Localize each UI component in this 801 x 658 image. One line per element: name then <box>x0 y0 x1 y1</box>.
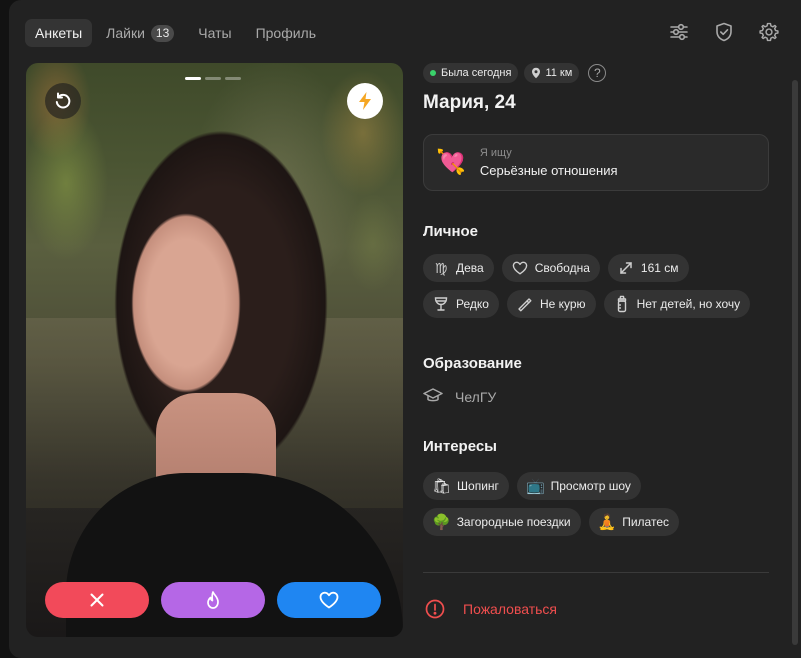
gear-icon[interactable] <box>757 20 781 44</box>
chip-zodiac[interactable]: ♍ Дева <box>423 254 494 282</box>
baby-bottle-icon <box>613 295 631 313</box>
tv-icon: 📺 <box>525 478 545 495</box>
chip-label: Не курю <box>539 297 586 311</box>
cupid-heart-icon: 💘 <box>436 149 466 176</box>
chip-label: Свободна <box>534 261 590 275</box>
superlike-button[interactable] <box>161 582 265 618</box>
distance-badge: 11 км <box>524 63 580 83</box>
photo-page-dot-3[interactable] <box>225 77 241 80</box>
online-status-badge: Была сегодня <box>423 63 519 83</box>
looking-for-value: Серьёзные отношения <box>479 163 618 178</box>
graduation-cap-icon <box>423 387 443 406</box>
chip-smoking[interactable]: Не курю <box>506 290 596 318</box>
looking-for-label: Я ищу <box>479 147 512 159</box>
chip-label: Шопинг <box>457 479 499 493</box>
section-divider <box>423 572 769 573</box>
virgo-icon: ♍ <box>434 259 448 276</box>
warning-circle-icon <box>425 599 445 619</box>
heart-outline-icon <box>511 259 529 277</box>
help-icon[interactable]: ? <box>588 64 607 82</box>
chip-label: 161 см <box>640 261 679 275</box>
tab-likes[interactable]: Лайки 13 <box>96 19 184 47</box>
personal-section: Личное ♍ Дева Свободна 161 см Редко Не к… <box>423 223 769 318</box>
tab-profiles[interactable]: Анкеты <box>25 19 93 47</box>
chip-relationship[interactable]: Свободна <box>501 254 600 282</box>
education-value: ЧелГУ <box>455 388 497 405</box>
like-button[interactable] <box>277 582 381 618</box>
personal-chips: ♍ Дева Свободна 161 см Редко Не курю Нет… <box>423 254 769 318</box>
photo-pagination <box>185 77 241 80</box>
status-row: Была сегодня 11 км ? <box>423 63 769 83</box>
photo-page-dot-1[interactable] <box>185 77 201 80</box>
interests-title: Интересы <box>423 438 497 455</box>
chip-label: Дева <box>456 261 484 275</box>
online-dot-icon <box>430 70 436 76</box>
chip-alcohol[interactable]: Редко <box>423 290 499 318</box>
wine-glass-icon <box>432 295 450 313</box>
interests-chips: 🛍 Шопинг 📺 Просмотр шоу 🌳 Загородные пое… <box>423 472 769 536</box>
chip-interest-trips[interactable]: 🌳 Загородные поездки <box>423 508 581 536</box>
close-icon <box>90 593 104 607</box>
chip-height[interactable]: 161 см <box>607 254 689 282</box>
boost-button[interactable] <box>347 83 383 119</box>
tab-likes-label: Лайки <box>106 25 145 41</box>
chip-label: Нет детей, но хочу <box>636 297 741 311</box>
chip-children[interactable]: Нет детей, но хочу <box>603 290 751 318</box>
app-window: Анкеты Лайки 13 Чаты Профиль Была сегодн… <box>9 0 801 658</box>
tree-icon: 🌳 <box>432 514 451 531</box>
undo-button[interactable] <box>45 83 81 119</box>
online-status-text: Была сегодня <box>441 67 512 79</box>
tab-chats[interactable]: Чаты <box>188 19 241 47</box>
flame-icon <box>207 591 219 609</box>
swipe-actions <box>45 582 381 618</box>
profile-photo[interactable] <box>26 63 403 637</box>
top-icons <box>667 20 781 44</box>
chip-interest-shopping[interactable]: 🛍 Шопинг <box>423 472 509 500</box>
profile-name: Мария, 24 <box>423 92 516 113</box>
chip-label: Просмотр шоу <box>550 479 631 493</box>
education-section: Образование ЧелГУ <box>423 355 769 406</box>
profile-details: Была сегодня 11 км ? Мария, 24 💘 Я ищу С… <box>423 63 769 619</box>
tab-chats-label: Чаты <box>198 25 232 41</box>
yoga-person-icon: 🧘 <box>597 514 617 531</box>
chip-label: Пилатес <box>622 515 669 529</box>
distance-text: 11 км <box>545 67 573 79</box>
height-arrows-icon <box>617 259 635 277</box>
education-item: ЧелГУ <box>423 387 769 406</box>
tab-profile[interactable]: Профиль <box>246 19 326 47</box>
filters-icon[interactable] <box>667 20 691 44</box>
chip-label: Редко <box>456 297 489 311</box>
report-button[interactable]: Пожаловаться <box>423 599 769 619</box>
chip-interest-shows[interactable]: 📺 Просмотр шоу <box>516 472 641 500</box>
personal-title: Личное <box>423 223 479 240</box>
report-label: Пожаловаться <box>463 601 558 617</box>
tab-profile-label: Профиль <box>255 25 316 41</box>
cigarette-icon <box>516 295 534 313</box>
looking-for-card: 💘 Я ищу Серьёзные отношения <box>423 134 769 191</box>
education-title: Образование <box>423 355 522 372</box>
tab-profiles-label: Анкеты <box>35 25 83 41</box>
likes-count-badge: 13 <box>150 24 175 42</box>
scrollbar[interactable] <box>792 80 798 645</box>
lightning-icon <box>359 92 371 110</box>
shopping-bags-icon: 🛍 <box>432 478 452 495</box>
undo-icon <box>55 92 71 109</box>
photo-neck <box>156 393 276 483</box>
chip-interest-pilates[interactable]: 🧘 Пилатес <box>588 508 679 536</box>
shield-check-icon[interactable] <box>712 20 736 44</box>
location-pin-icon <box>532 67 541 79</box>
interests-section: Интересы 🛍 Шопинг 📺 Просмотр шоу 🌳 Загор… <box>423 438 769 536</box>
dislike-button[interactable] <box>45 582 149 618</box>
photo-page-dot-2[interactable] <box>205 77 221 80</box>
heart-icon <box>319 591 339 609</box>
chip-label: Загородные поездки <box>456 515 571 529</box>
